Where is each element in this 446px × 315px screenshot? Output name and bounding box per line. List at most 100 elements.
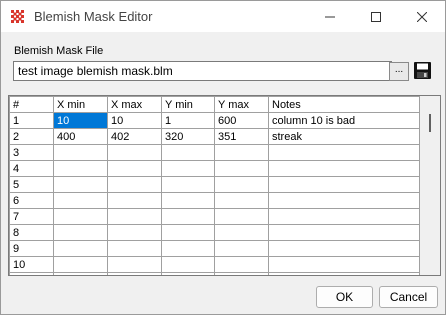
cell-notes[interactable]: streak [268, 128, 420, 145]
cell-y-max[interactable]: 600 [214, 112, 269, 129]
column-header-y-min[interactable]: Y min [161, 96, 215, 113]
cell-notes[interactable] [268, 208, 420, 225]
table-row: 3 [9, 144, 420, 161]
vertical-scrollbar[interactable] [420, 96, 440, 275]
cell-x-min[interactable] [53, 224, 108, 241]
close-button[interactable] [399, 1, 445, 32]
cell-y-min[interactable] [161, 224, 215, 241]
cell-y-max[interactable] [214, 272, 269, 275]
cell-y-max[interactable] [214, 160, 269, 177]
cell-x-max[interactable] [107, 144, 162, 161]
cell-x-max[interactable] [107, 208, 162, 225]
cell-x-max[interactable] [107, 256, 162, 273]
cell-x-max[interactable] [107, 160, 162, 177]
blemish-mask-file-label: Blemish Mask File [14, 45, 104, 57]
maximize-button[interactable] [353, 1, 399, 32]
cell-y-max[interactable] [214, 192, 269, 209]
blemish-mask-editor-window: Blemish Mask Editor Blemish Mask File te… [0, 0, 446, 315]
cell-x-max[interactable]: 10 [107, 112, 162, 129]
cell-notes[interactable] [268, 224, 420, 241]
row-header[interactable]: 1 [9, 112, 54, 129]
cell-y-max[interactable] [214, 224, 269, 241]
table-row: 6 [9, 192, 420, 209]
cell-y-max[interactable] [214, 208, 269, 225]
save-icon[interactable] [413, 61, 432, 80]
cell-y-min[interactable] [161, 160, 215, 177]
cell-y-min[interactable] [161, 272, 215, 275]
table-row: 8 [9, 224, 420, 241]
maximize-icon [371, 11, 381, 22]
table-row: 2 400 402 320 351 streak [9, 128, 420, 145]
cell-notes[interactable] [268, 256, 420, 273]
cell-x-min[interactable] [53, 272, 108, 275]
blemish-mask-file-input[interactable]: test image blemish mask.blm [13, 61, 392, 81]
row-header[interactable]: 5 [9, 176, 54, 193]
cell-notes[interactable] [268, 176, 420, 193]
table-row: 4 [9, 160, 420, 177]
minimize-button[interactable] [307, 1, 353, 32]
cell-x-max[interactable] [107, 224, 162, 241]
column-header-number[interactable]: # [9, 96, 54, 113]
column-header-x-min[interactable]: X min [53, 96, 108, 113]
grid-header-row: # X min X max Y min Y max Notes [9, 96, 420, 113]
cell-x-min[interactable] [53, 256, 108, 273]
cell-x-min[interactable]: 10 [53, 112, 108, 129]
cell-y-min[interactable]: 320 [161, 128, 215, 145]
cell-x-max[interactable] [107, 272, 162, 275]
cell-x-min[interactable]: 400 [53, 128, 108, 145]
row-header[interactable]: 8 [9, 224, 54, 241]
cell-y-max[interactable] [214, 144, 269, 161]
minimize-icon [325, 16, 335, 17]
cell-y-min[interactable] [161, 144, 215, 161]
cell-x-min[interactable] [53, 176, 108, 193]
cell-x-min[interactable] [53, 240, 108, 257]
table-row: 11 [9, 272, 420, 275]
cell-notes[interactable]: column 10 is bad [268, 112, 420, 129]
scrollbar-thumb[interactable] [429, 114, 431, 132]
window-title: Blemish Mask Editor [34, 9, 153, 24]
cell-x-max[interactable] [107, 176, 162, 193]
cell-x-min[interactable] [53, 144, 108, 161]
cell-y-max[interactable]: 351 [214, 128, 269, 145]
row-header[interactable]: 2 [9, 128, 54, 145]
row-header[interactable]: 7 [9, 208, 54, 225]
table-row: 9 [9, 240, 420, 257]
row-header[interactable]: 9 [9, 240, 54, 257]
column-header-notes[interactable]: Notes [268, 96, 420, 113]
cell-y-max[interactable] [214, 176, 269, 193]
cell-y-min[interactable] [161, 240, 215, 257]
row-header[interactable]: 3 [9, 144, 54, 161]
cell-x-max[interactable]: 402 [107, 128, 162, 145]
cell-y-min[interactable] [161, 192, 215, 209]
table-row: 7 [9, 208, 420, 225]
cell-x-max[interactable] [107, 240, 162, 257]
ok-button[interactable]: OK [316, 286, 373, 308]
cell-x-min[interactable] [53, 192, 108, 209]
cell-notes[interactable] [268, 144, 420, 161]
row-header[interactable]: 6 [9, 192, 54, 209]
blemish-grid[interactable]: # X min X max Y min Y max Notes 1 10 10 … [8, 95, 441, 276]
app-icon [10, 9, 26, 25]
cell-y-min[interactable] [161, 208, 215, 225]
row-header[interactable]: 4 [9, 160, 54, 177]
cell-y-min[interactable]: 1 [161, 112, 215, 129]
column-header-x-max[interactable]: X max [107, 96, 162, 113]
cell-y-max[interactable] [214, 256, 269, 273]
cell-notes[interactable] [268, 160, 420, 177]
cell-notes[interactable] [268, 240, 420, 257]
column-header-y-max[interactable]: Y max [214, 96, 269, 113]
browse-button[interactable]: ... [389, 62, 409, 81]
cell-x-min[interactable] [53, 208, 108, 225]
cell-x-max[interactable] [107, 192, 162, 209]
cell-y-min[interactable] [161, 256, 215, 273]
cell-y-max[interactable] [214, 240, 269, 257]
cancel-button[interactable]: Cancel [379, 286, 438, 308]
cell-notes[interactable] [268, 272, 420, 275]
cell-x-min[interactable] [53, 160, 108, 177]
row-header[interactable]: 11 [9, 272, 54, 275]
cell-notes[interactable] [268, 192, 420, 209]
table-row: 5 [9, 176, 420, 193]
cell-y-min[interactable] [161, 176, 215, 193]
row-header[interactable]: 10 [9, 256, 54, 273]
table-row: 1 10 10 1 600 column 10 is bad [9, 112, 420, 129]
